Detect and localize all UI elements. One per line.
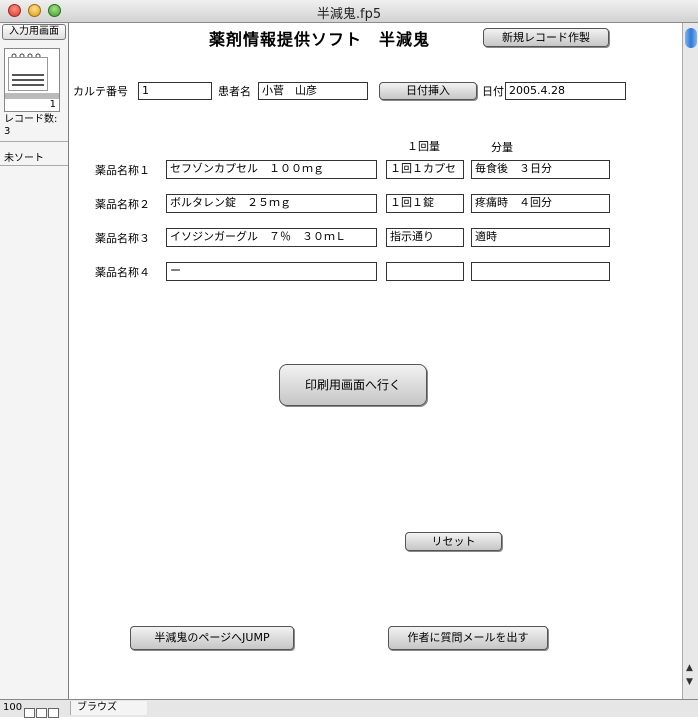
- drug-label-3: 薬品名称３: [95, 232, 150, 245]
- drug-dose-field-3[interactable]: 指示通り: [386, 228, 464, 247]
- drug-label-2: 薬品名称２: [95, 198, 150, 211]
- status-area: 入力用画面 1 レコード数: 3 未ソート: [0, 23, 69, 699]
- status-area-toggle-icon[interactable]: [48, 708, 59, 718]
- drug-dose-field-4[interactable]: [386, 262, 464, 281]
- jump-to-homepage-button[interactable]: 半減鬼のページへJUMP: [130, 626, 294, 650]
- divider: [0, 165, 68, 166]
- patient-name-label: 患者名: [218, 85, 251, 98]
- scroll-down-arrow-icon[interactable]: ▼: [686, 677, 693, 687]
- drug-label-4: 薬品名称４: [95, 266, 150, 279]
- zoom-controls[interactable]: [24, 703, 66, 718]
- date-field[interactable]: 2005.4.28: [505, 82, 626, 100]
- drug-amount-field-3[interactable]: 適時: [471, 228, 610, 247]
- zoom-level[interactable]: 100: [3, 702, 22, 713]
- book-page-icon: [8, 57, 48, 91]
- drug-amount-field-2[interactable]: 疼痛時 ４回分: [471, 194, 610, 213]
- divider: [0, 141, 68, 142]
- drug-name-field-4[interactable]: ー: [166, 262, 377, 281]
- sort-status: 未ソート: [4, 153, 44, 164]
- scroll-up-arrow-icon[interactable]: ▲: [686, 663, 693, 673]
- new-record-button[interactable]: 新規レコード作製: [483, 28, 609, 47]
- drug-dose-field-1[interactable]: １回１カプセ: [386, 160, 464, 179]
- drug-label-1: 薬品名称１: [95, 164, 150, 177]
- drug-amount-field-1[interactable]: 毎食後 ３日分: [471, 160, 610, 179]
- records-label: レコード数:: [4, 114, 58, 125]
- send-question-mail-button[interactable]: 作者に質問メールを出す: [388, 626, 548, 650]
- vertical-scrollbar[interactable]: ▲ ▼: [682, 23, 698, 699]
- mode-popup[interactable]: ブラウズ: [70, 701, 147, 715]
- zoom-out-icon[interactable]: [24, 708, 35, 718]
- insert-date-button[interactable]: 日付挿入: [379, 82, 477, 100]
- layout-area: 薬剤情報提供ソフト 半減鬼 新規レコード作製 カルテ番号 1 患者名 小菅 山彦…: [69, 23, 682, 699]
- dose-column-header: １回量: [407, 140, 440, 153]
- date-label: 日付: [482, 85, 504, 98]
- bottom-status-bar: 100 ブラウズ: [0, 699, 698, 718]
- layout-popup[interactable]: 入力用画面: [2, 24, 66, 40]
- drug-amount-field-4[interactable]: [471, 262, 610, 281]
- drug-name-field-2[interactable]: ボルタレン錠 ２５ｍｇ: [166, 194, 377, 213]
- print-screen-button[interactable]: 印刷用画面へ行く: [279, 364, 427, 406]
- window-title-bar: 半減鬼.fp5: [0, 0, 698, 23]
- chart-number-field[interactable]: 1: [138, 82, 212, 100]
- chart-number-label: カルテ番号: [73, 85, 128, 98]
- amount-column-header: 分量: [491, 141, 513, 154]
- patient-name-field[interactable]: 小菅 山彦: [258, 82, 368, 100]
- page-title: 薬剤情報提供ソフト 半減鬼: [209, 30, 431, 49]
- zoom-in-icon[interactable]: [36, 708, 47, 718]
- records-count: 3: [4, 126, 11, 137]
- drug-dose-field-2[interactable]: １回１錠: [386, 194, 464, 213]
- drug-name-field-3[interactable]: イソジンガーグル ７％ ３０ｍＬ: [166, 228, 377, 247]
- record-book-icon[interactable]: 1: [4, 48, 60, 112]
- scroll-thumb[interactable]: [685, 28, 697, 48]
- current-record-number: 1: [49, 99, 56, 110]
- window-title: 半減鬼.fp5: [316, 7, 382, 22]
- reset-button[interactable]: リセット: [405, 532, 502, 551]
- drug-name-field-1[interactable]: セフゾンカプセル １００ｍｇ: [166, 160, 377, 179]
